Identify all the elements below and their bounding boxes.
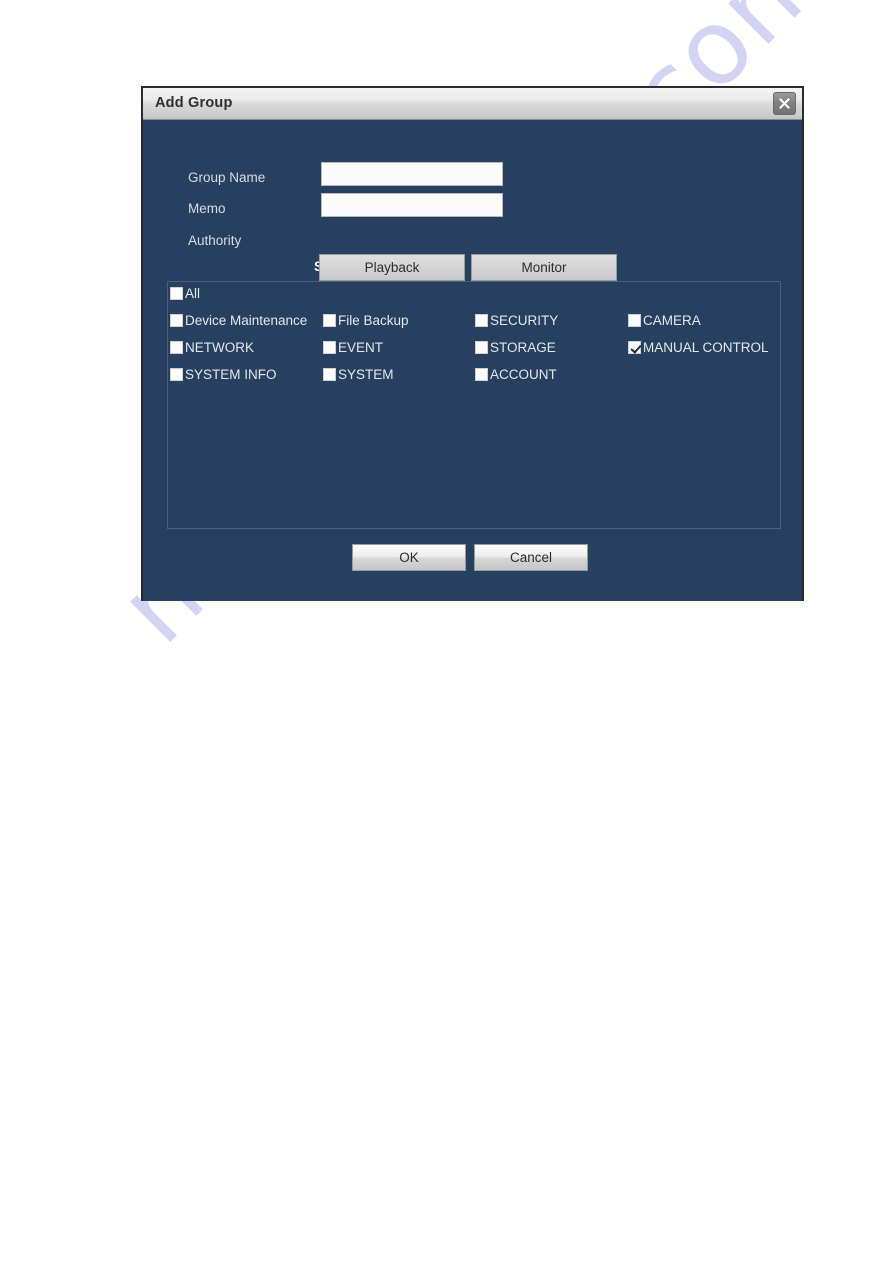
checkbox-file-backup[interactable]: File Backup: [323, 314, 409, 328]
checkbox-box-storage[interactable]: [475, 341, 488, 355]
checkbox-camera[interactable]: CAMERA: [628, 314, 701, 328]
cancel-button[interactable]: Cancel: [474, 544, 588, 571]
memo-label: Memo: [188, 201, 226, 216]
checkbox-account[interactable]: ACCOUNT: [475, 368, 557, 382]
checkbox-all[interactable]: All: [170, 287, 200, 301]
tab-monitor[interactable]: Monitor: [471, 254, 617, 281]
dialog-titlebar: Add Group: [143, 88, 802, 120]
checkbox-label-event: EVENT: [338, 340, 384, 355]
checkbox-label-storage: STORAGE: [490, 340, 556, 355]
checkbox-box-system-info[interactable]: [170, 368, 183, 382]
checkbox-event[interactable]: EVENT: [323, 341, 383, 355]
checkbox-label-file-backup: File Backup: [338, 313, 409, 328]
checkbox-box-account[interactable]: [475, 368, 488, 382]
checkbox-security[interactable]: SECURITY: [475, 314, 558, 328]
checkbox-manual-control[interactable]: MANUAL CONTROL: [628, 341, 769, 355]
checkbox-box-all[interactable]: [170, 287, 183, 301]
checkbox-label-all: All: [185, 286, 201, 301]
dialog-body: Group Name Memo Authority System Playbac…: [143, 120, 802, 601]
checkbox-label-account: ACCOUNT: [490, 367, 557, 382]
checkbox-box-event[interactable]: [323, 341, 336, 355]
checkbox-label-camera: CAMERA: [643, 313, 701, 328]
document-page: manualshive.com Add Group Group Name Mem…: [0, 0, 893, 1263]
checkbox-label-system: SYSTEM: [338, 367, 394, 382]
group-name-label: Group Name: [188, 170, 266, 185]
dialog-title: Add Group: [155, 95, 233, 111]
checkbox-system-info[interactable]: SYSTEM INFO: [170, 368, 277, 382]
checkbox-box-system[interactable]: [323, 368, 336, 382]
checkbox-box-file-backup[interactable]: [323, 314, 336, 328]
group-name-input[interactable]: [321, 162, 503, 186]
checkbox-box-network[interactable]: [170, 341, 183, 355]
close-icon[interactable]: [773, 92, 796, 115]
memo-input[interactable]: [321, 193, 503, 217]
checkbox-label-network: NETWORK: [185, 340, 254, 355]
checkbox-box-manual-control[interactable]: [628, 341, 641, 355]
add-group-dialog: Add Group Group Name Memo Authority Syst…: [141, 86, 804, 601]
checkbox-network[interactable]: NETWORK: [170, 341, 254, 355]
permission-panel: All Device Maintenance NETWORK SYSTEM IN…: [167, 281, 781, 529]
checkbox-label-security: SECURITY: [490, 313, 559, 328]
checkbox-label-system-info: SYSTEM INFO: [185, 367, 277, 382]
checkbox-device-maintenance[interactable]: Device Maintenance: [170, 314, 307, 328]
checkbox-label-manual-control: MANUAL CONTROL: [643, 340, 769, 355]
checkbox-system[interactable]: SYSTEM: [323, 368, 394, 382]
checkbox-box-security[interactable]: [475, 314, 488, 328]
authority-tabs: System Playback Monitor: [143, 254, 802, 281]
checkbox-box-camera[interactable]: [628, 314, 641, 328]
checkbox-label-device-maintenance: Device Maintenance: [185, 313, 308, 328]
checkbox-box-device-maintenance[interactable]: [170, 314, 183, 328]
ok-button[interactable]: OK: [352, 544, 466, 571]
authority-label: Authority: [188, 233, 242, 248]
checkbox-storage[interactable]: STORAGE: [475, 341, 556, 355]
tab-playback[interactable]: Playback: [319, 254, 465, 281]
